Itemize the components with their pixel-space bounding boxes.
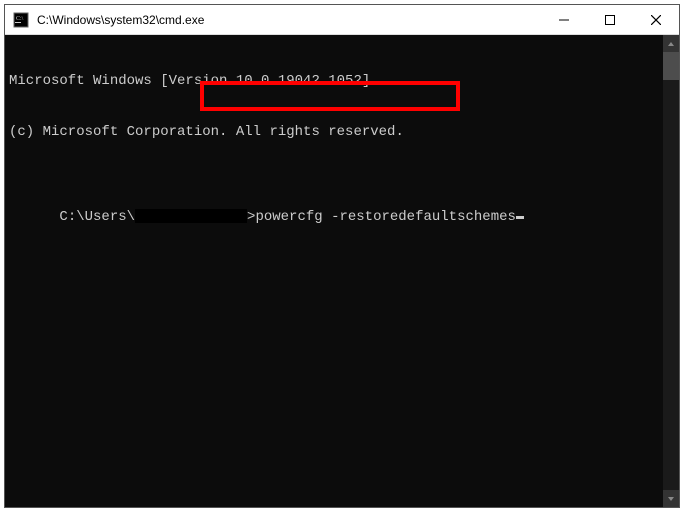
- vertical-scrollbar[interactable]: [663, 35, 679, 507]
- window-controls: [541, 5, 679, 34]
- command-text: powercfg -restoredefaultschemes: [255, 209, 515, 225]
- version-line: Microsoft Windows [Version 10.0.19042.10…: [9, 73, 663, 90]
- scroll-thumb[interactable]: [663, 52, 679, 80]
- blank-line: [9, 175, 663, 192]
- scroll-up-button[interactable]: [663, 35, 679, 52]
- svg-text:C:\: C:\: [16, 16, 24, 22]
- close-button[interactable]: [633, 5, 679, 34]
- copyright-line: (c) Microsoft Corporation. All rights re…: [9, 124, 663, 141]
- prompt-line: C:\Users\>powercfg -restoredefaultscheme…: [59, 209, 523, 225]
- client-area: Microsoft Windows [Version 10.0.19042.10…: [5, 35, 679, 507]
- cmd-window: C:\ C:\Windows\system32\cmd.exe Microsof…: [4, 4, 680, 508]
- terminal[interactable]: Microsoft Windows [Version 10.0.19042.10…: [5, 35, 663, 507]
- scroll-track[interactable]: [663, 52, 679, 490]
- cursor: [516, 216, 524, 219]
- maximize-button[interactable]: [587, 5, 633, 34]
- titlebar[interactable]: C:\ C:\Windows\system32\cmd.exe: [5, 5, 679, 35]
- cmd-icon: C:\: [13, 12, 29, 28]
- window-title: C:\Windows\system32\cmd.exe: [37, 13, 541, 27]
- redacted-username: [135, 209, 247, 223]
- prompt-prefix: C:\Users\: [59, 209, 135, 225]
- scroll-down-button[interactable]: [663, 490, 679, 507]
- minimize-button[interactable]: [541, 5, 587, 34]
